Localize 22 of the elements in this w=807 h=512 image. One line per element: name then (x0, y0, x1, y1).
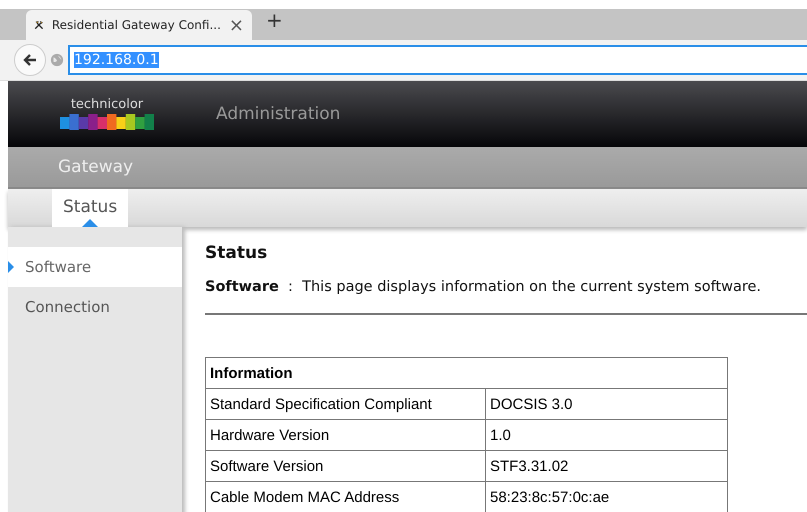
page-heading: Status (205, 243, 268, 263)
new-tab-button[interactable]: + (266, 8, 283, 32)
back-arrow-icon (22, 52, 38, 68)
browser-tab[interactable]: Residential Gateway Confi... × (26, 10, 252, 40)
table-cell: Standard Specification Compliant (206, 388, 486, 420)
table-heading: Information (206, 358, 728, 388)
logo-text: technicolor (70, 96, 144, 112)
table-cell: Cable Modem MAC Address (206, 482, 486, 512)
table-cell: 1.0 (486, 420, 728, 450)
section-label: Gateway (58, 157, 134, 177)
table-cell: DOCSIS 3.0 (486, 388, 728, 420)
table-cell: Hardware Version (206, 420, 486, 450)
back-button[interactable] (14, 44, 46, 76)
table-cell: Software Version (206, 450, 486, 482)
description-text: Software : This page displays information on the current system software. (205, 279, 762, 295)
sidebar-item[interactable]: Connection (8, 287, 182, 327)
sidebar-item[interactable]: Software (8, 247, 182, 287)
tab-title: Residential Gateway Confi... (52, 18, 221, 32)
table-cell: STF3.31.02 (486, 450, 728, 482)
nav-tab[interactable]: Status (52, 189, 128, 227)
close-tab-button[interactable]: × (228, 14, 244, 36)
header-title: Administration (216, 104, 340, 124)
